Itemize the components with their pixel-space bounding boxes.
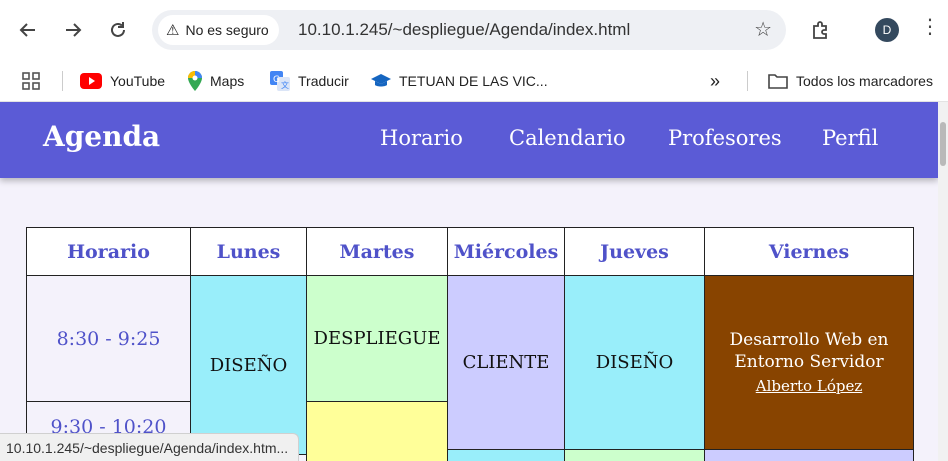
bookmark-label: Maps xyxy=(210,73,245,89)
bookmark-tetuan[interactable]: TETUAN DE LAS VIC... xyxy=(371,67,548,95)
bookmark-label: YouTube xyxy=(110,73,166,89)
apps-grid-icon[interactable] xyxy=(22,67,40,95)
nav-calendario[interactable]: Calendario xyxy=(509,126,626,150)
chevron-double-right-icon: » xyxy=(710,70,721,91)
graduation-cap-icon xyxy=(371,74,391,87)
site-logo[interactable]: Agenda xyxy=(43,120,160,153)
bookmark-label: Traducir xyxy=(298,73,349,89)
class-miercoles-slot-2[interactable] xyxy=(447,449,565,461)
class-miercoles-cliente[interactable]: CLIENTE xyxy=(447,275,565,450)
class-title: Desarrollo Web en Entorno Servidor xyxy=(729,329,889,372)
class-viernes-slot-2[interactable] xyxy=(704,449,914,461)
class-jueves-diseno[interactable]: DISEÑO xyxy=(564,275,705,450)
status-bar-url: 10.10.1.245/~despliegue/Agenda/index.htm… xyxy=(0,433,300,461)
youtube-icon xyxy=(80,73,102,89)
reload-button[interactable] xyxy=(102,14,134,46)
bookmark-youtube[interactable]: YouTube xyxy=(80,67,165,95)
arrow-left-icon xyxy=(19,23,35,37)
scrollbar-thumb[interactable] xyxy=(940,122,946,166)
extensions-icon[interactable] xyxy=(806,15,836,45)
page-scrollbar[interactable] xyxy=(938,102,948,461)
all-bookmarks-label: Todos los marcadores xyxy=(796,73,933,89)
more-bookmarks-button[interactable]: » xyxy=(710,67,720,95)
bookmark-separator xyxy=(62,71,63,91)
reload-icon xyxy=(111,22,125,37)
all-bookmarks-button[interactable]: Todos los marcadores xyxy=(768,67,933,95)
header-miercoles: Miércoles xyxy=(447,227,565,276)
header-viernes: Viernes xyxy=(704,227,914,276)
back-button[interactable] xyxy=(12,14,44,46)
nav-perfil[interactable]: Perfil xyxy=(822,126,878,150)
browser-toolbar: ⚠ No es seguro 10.10.1.245/~despliegue/A… xyxy=(0,0,948,61)
nav-profesores[interactable]: Profesores xyxy=(668,126,782,150)
header-horario: Horario xyxy=(26,227,191,276)
bookmark-star-icon[interactable]: ☆ xyxy=(754,17,772,41)
bookmark-label: TETUAN DE LAS VIC... xyxy=(399,73,548,89)
warning-icon: ⚠ xyxy=(166,22,180,39)
bookmark-separator xyxy=(747,71,748,91)
address-bar[interactable]: ⚠ No es seguro 10.10.1.245/~despliegue/A… xyxy=(152,10,786,50)
forward-button[interactable] xyxy=(57,14,89,46)
header-lunes: Lunes xyxy=(190,227,307,276)
schedule-table: Horario Lunes Martes Miércoles Jueves Vi… xyxy=(26,227,914,461)
class-martes-despliegue[interactable]: DESPLIEGUE xyxy=(306,275,448,402)
security-chip[interactable]: ⚠ No es seguro xyxy=(158,15,279,45)
arrow-right-icon xyxy=(66,23,82,37)
svg-text:G: G xyxy=(273,75,280,85)
svg-text:文: 文 xyxy=(281,80,289,90)
translate-icon: G文 xyxy=(270,71,290,91)
url-text[interactable]: 10.10.1.245/~despliegue/Agenda/index.htm… xyxy=(298,20,630,40)
page-viewport: Agenda Horario Calendario Profesores Per… xyxy=(0,102,938,461)
kebab-menu-icon[interactable]: ⋮ xyxy=(920,14,940,38)
site-header: Agenda Horario Calendario Profesores Per… xyxy=(0,102,938,178)
maps-pin-icon xyxy=(188,71,202,91)
class-lunes-diseno[interactable]: DISEÑO xyxy=(190,275,307,455)
bookmarks-bar: YouTube Maps G文 Traducir TETUAN DE LAS V… xyxy=(0,61,948,102)
teacher-link[interactable]: Alberto López xyxy=(756,375,862,397)
folder-icon xyxy=(768,74,788,89)
bookmark-traducir[interactable]: G文 Traducir xyxy=(270,67,349,95)
header-martes: Martes xyxy=(306,227,448,276)
time-slot-1: 8:30 - 9:25 xyxy=(26,275,191,402)
profile-avatar[interactable]: D xyxy=(875,18,899,42)
class-jueves-slot-2[interactable] xyxy=(564,449,705,461)
class-viernes-servidor[interactable]: Desarrollo Web en Entorno Servidor Alber… xyxy=(704,275,914,450)
bookmark-maps[interactable]: Maps xyxy=(188,67,244,95)
nav-horario[interactable]: Horario xyxy=(380,126,463,150)
header-jueves: Jueves xyxy=(564,227,705,276)
class-martes-slot-2[interactable] xyxy=(306,401,448,461)
security-label: No es seguro xyxy=(185,22,269,38)
